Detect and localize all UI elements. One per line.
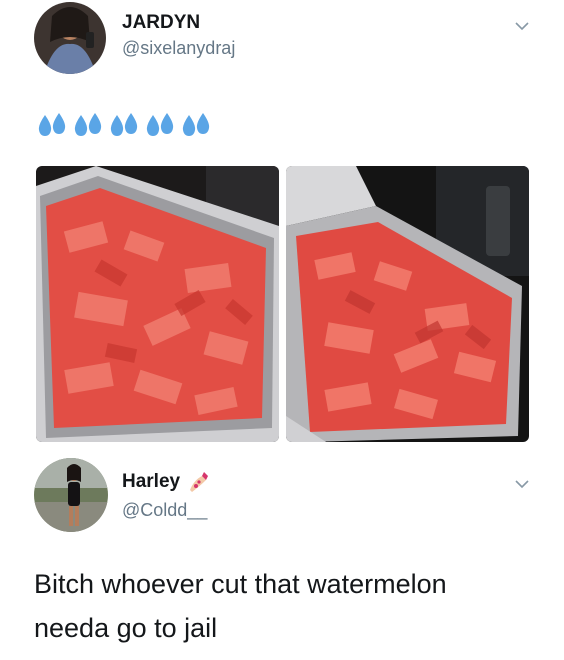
tweet-reply: Harley @Coldd__ Bitch whoever cut that w… [0,450,564,660]
avatar[interactable] [34,2,106,74]
tweet-original: JARDYN @sixelanydraj [0,0,564,450]
display-name[interactable]: Harley [122,471,180,493]
emoji-text [36,112,212,138]
tweet-text-line-2: needa go to jail [34,613,218,643]
sweat-droplets-icon [38,113,66,136]
chevron-down-icon[interactable] [514,18,530,34]
display-name-row: Harley [122,470,210,494]
watermelon-tray-photo-left[interactable] [36,166,279,442]
chevron-down-icon[interactable] [514,476,530,492]
sweat-droplets-icon [146,113,174,136]
nail-polish-icon [190,472,209,492]
user-handle[interactable]: @Coldd__ [122,500,207,521]
sweat-droplets-icon [110,113,138,136]
watermelon-tray-photo-right[interactable] [286,166,529,442]
avatar[interactable] [34,458,108,532]
display-name[interactable]: JARDYN [122,12,200,34]
sweat-droplets-icon [74,113,102,136]
tweet-text-line-1: Bitch whoever cut that watermelon [34,569,447,599]
sweat-droplets-icon [182,113,210,136]
user-handle[interactable]: @sixelanydraj [122,38,235,59]
